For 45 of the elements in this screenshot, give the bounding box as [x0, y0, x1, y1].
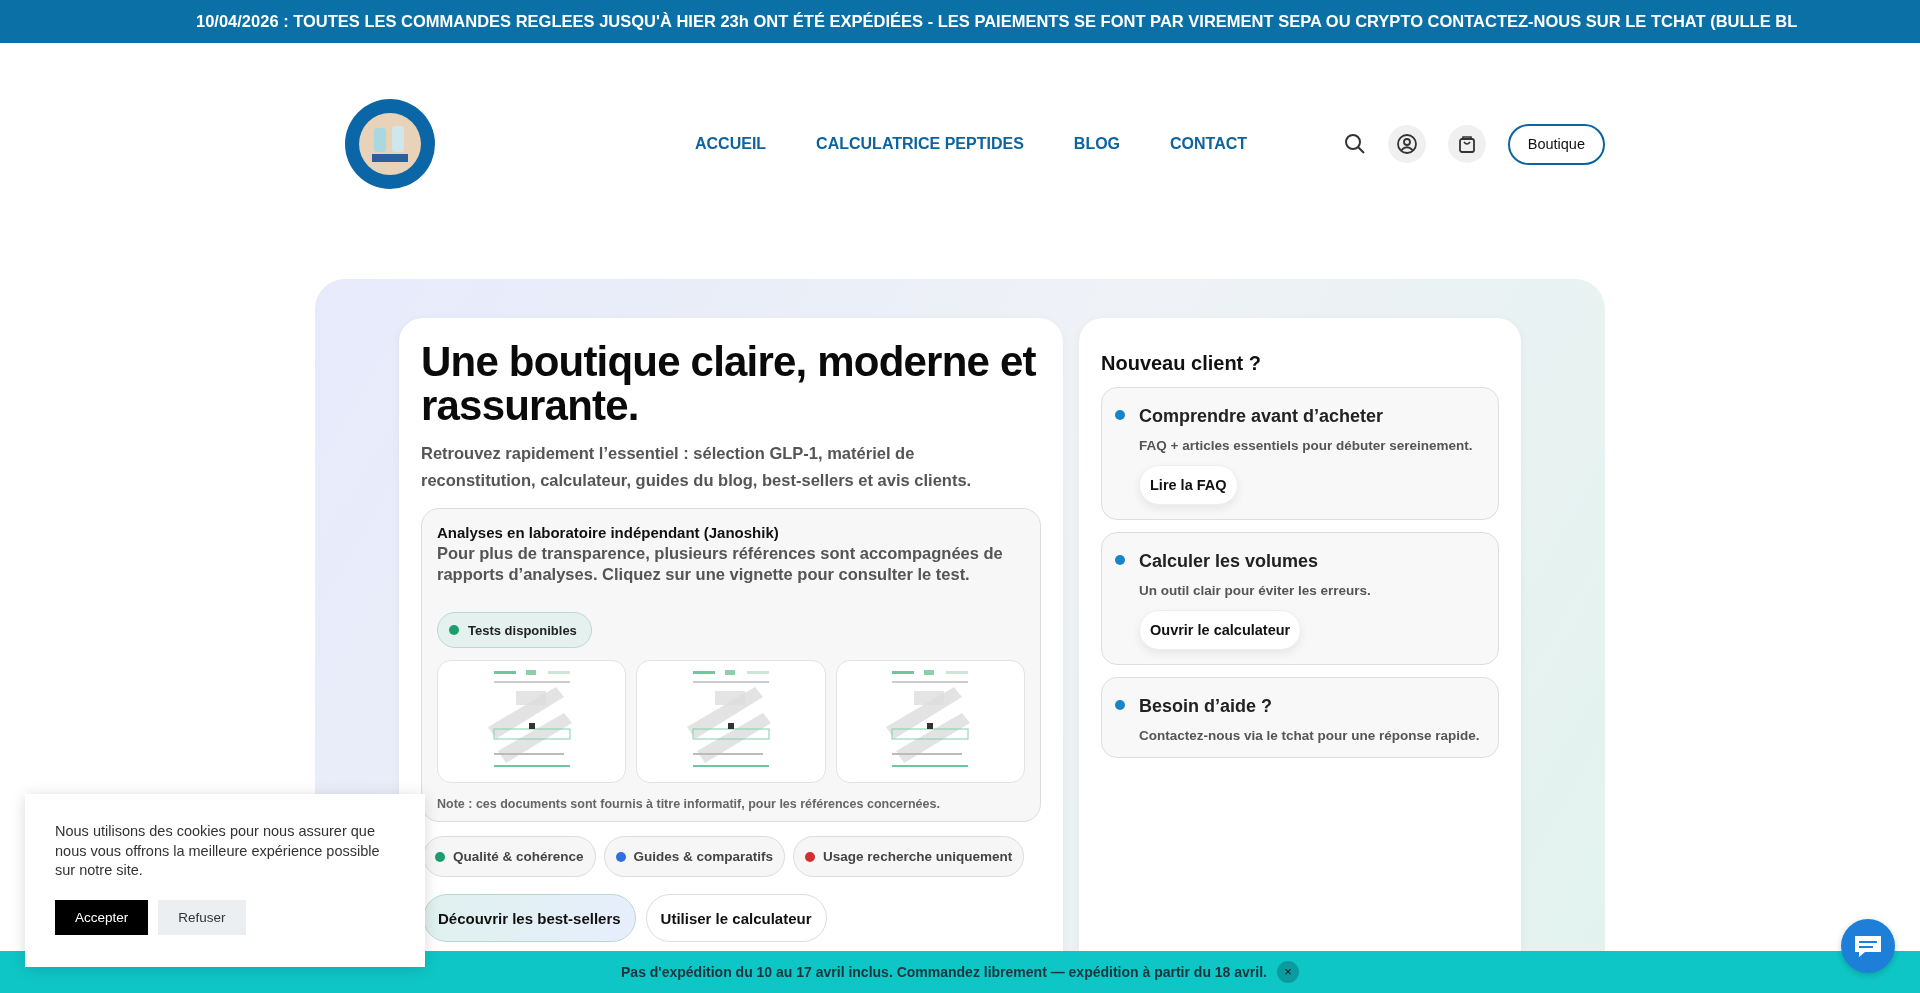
hero-title: Une boutique claire, moderne et rassurante. — [421, 340, 1037, 428]
sidebar-title: Nouveau client ? — [1101, 352, 1263, 375]
nav-link[interactable]: CALCULATRICE PEPTIDES — [816, 135, 1024, 153]
bullet-dot — [1115, 410, 1125, 420]
search-icon[interactable] — [1343, 133, 1366, 155]
lab-title: Analyses en laboratoire indépendant (Janoshik) — [437, 524, 780, 541]
help-button[interactable]: Lire la FAQ — [1139, 465, 1238, 505]
nav-link[interactable]: BLOG — [1073, 135, 1121, 153]
chip-label: Usage recherche uniquement — [823, 849, 1013, 864]
help-description: Un outil clair pour éviter les erreurs. — [1139, 583, 1371, 598]
notice-text: Pas d'expédition du 10 au 17 avril inclus. Commandez librement — expédition à partir du 18 avril. — [621, 964, 1267, 980]
help-button[interactable]: Ouvrir le calculateur — [1139, 610, 1302, 650]
nav-link[interactable]: CONTACT — [1170, 135, 1248, 153]
chat-icon — [1853, 933, 1883, 959]
cta-button[interactable]: Découvrir les best-sellers — [423, 894, 636, 942]
help-title: Comprendre avant d’acheter — [1139, 406, 1385, 427]
chip-label: Qualité & cohérence — [453, 849, 584, 864]
announcement-text: 10/04/2026 : TOUTES LES COMMANDES REGLEES JUSQU'À HIER 23h ONT ÉTÉ EXPÉDIÉES - LES PAIEMENTS SE FONT PAR VIREMENT SEPA OU CRYPTO CONTACTEZ-NOUS SUR LE TCHAT (BULLE BL — [195, 11, 1799, 32]
chip-label: Guides & comparatifs — [633, 849, 774, 864]
help-description: FAQ + articles essentiels pour débuter sereinement. — [1139, 438, 1473, 453]
cart-button[interactable] — [1447, 125, 1486, 163]
note-text: Note : ces documents sont fournis à titre informatif, pour les références concernées. — [437, 797, 941, 811]
report-thumbnail[interactable] — [636, 660, 826, 783]
cookie-button[interactable]: Refuser — [158, 899, 246, 935]
nav-link[interactable]: ACCUEIL — [695, 135, 767, 153]
chat-button[interactable] — [1841, 919, 1895, 973]
help-title: Besoin d’aide ? — [1139, 696, 1274, 717]
cookie-button[interactable]: Accepter — [55, 899, 149, 935]
help-description: Contactez-nous via le tchat pour une réponse rapide. — [1139, 728, 1480, 743]
report-thumbnail[interactable] — [835, 660, 1025, 783]
bullet-dot — [1115, 555, 1125, 565]
close-button[interactable]: × — [1277, 961, 1299, 983]
bag-icon — [1456, 134, 1477, 154]
cookie-message: Nous utilisons des cookies pour nous assurer que nous vous offrons la meilleure expérience possible sur notre site. — [55, 822, 381, 880]
report-thumbnail[interactable] — [437, 660, 627, 783]
logo-icon[interactable] — [344, 98, 436, 190]
account-button[interactable] — [1387, 125, 1426, 163]
user-icon — [1395, 133, 1418, 155]
help-title: Calculer les volumes — [1139, 551, 1320, 572]
badge-label: Tests disponibles — [468, 622, 577, 638]
hero-subtitle: Retrouvez rapidement l’essentiel : sélection GLP-1, matériel de reconstitution, calculateur, guides du blog, best-sellers et avis clients. — [421, 443, 973, 491]
shop-button[interactable]: Boutique — [1507, 123, 1605, 165]
lab-description: Pour plus de transparence, plusieurs références sont accompagnées de rapports d’analyses. Cliquez sur une vignette pour consulter le test. — [437, 543, 1004, 585]
bullet-dot — [1115, 700, 1125, 710]
cta-button[interactable]: Utiliser le calculateur — [645, 894, 827, 942]
